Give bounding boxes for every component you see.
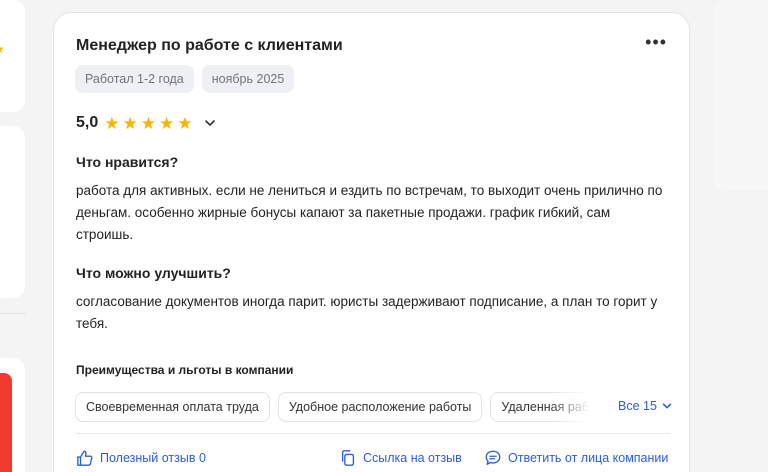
review-meta: Работал 1-2 года ноябрь 2025 bbox=[75, 65, 295, 93]
likes-text: работа для активных. если не лениться и … bbox=[76, 183, 663, 242]
promo-banner[interactable] bbox=[0, 373, 12, 472]
helpful-button[interactable]: Полезный отзыв 0 bbox=[76, 449, 206, 467]
date-chip: ноябрь 2025 bbox=[201, 65, 295, 93]
star-icon: ★ bbox=[0, 42, 5, 56]
likes-heading: Что нравится? bbox=[76, 154, 179, 170]
helpful-label: Полезный отзыв 0 bbox=[100, 451, 206, 465]
more-dots-icon[interactable]: ••• bbox=[645, 33, 667, 51]
perk-chip[interactable]: Своевременная оплата труда bbox=[75, 392, 270, 422]
reply-button[interactable]: Ответить от лица компании bbox=[484, 449, 668, 467]
right-column bbox=[708, 0, 768, 472]
perks-all-label: Все 15 bbox=[618, 399, 657, 413]
divider bbox=[0, 313, 26, 314]
copy-icon bbox=[341, 450, 355, 466]
thumbs-up-icon bbox=[77, 450, 93, 466]
chevron-down-icon bbox=[662, 403, 672, 409]
perks-heading: Преимущества и льготы в компании bbox=[76, 363, 294, 377]
perk-chip[interactable]: Удаленная работа bbox=[490, 392, 591, 422]
star-icon: ★ bbox=[177, 113, 193, 133]
divider bbox=[76, 433, 670, 434]
right-card bbox=[714, 0, 768, 190]
chevron-down-icon[interactable] bbox=[203, 116, 217, 130]
rating-value: 5,0 bbox=[76, 114, 99, 131]
star-icon: ★ bbox=[104, 113, 120, 133]
left-column: ★ bbox=[0, 0, 26, 472]
copy-link-button[interactable]: Ссылка на отзыв bbox=[339, 449, 462, 467]
perks-list: Своевременная оплата труда Удобное распо… bbox=[75, 392, 671, 422]
left-card bbox=[0, 0, 25, 112]
star-icon: ★ bbox=[159, 113, 175, 133]
left-card bbox=[0, 126, 25, 298]
star-icon: ★ bbox=[140, 113, 156, 133]
improve-text: согласование документов иногда парит. юр… bbox=[76, 294, 658, 331]
perk-chip[interactable]: Удобное расположение работы bbox=[277, 392, 483, 422]
tenure-chip: Работал 1-2 года bbox=[75, 65, 194, 93]
rating-stars: ★ ★ ★ ★ ★ bbox=[104, 115, 192, 132]
review-title: Менеджер по работе с клиентами bbox=[76, 37, 343, 54]
reply-label: Ответить от лица компании bbox=[508, 451, 669, 465]
perks-all-link[interactable]: Все 15 bbox=[610, 399, 673, 413]
chat-bubble-icon bbox=[485, 450, 501, 465]
star-icon: ★ bbox=[122, 113, 138, 133]
improve-heading: Что можно улучшить? bbox=[76, 265, 231, 281]
rating-row[interactable]: 5,0 ★ ★ ★ ★ ★ bbox=[76, 114, 217, 132]
copy-link-label: Ссылка на отзыв bbox=[363, 451, 462, 465]
review-card: Менеджер по работе с клиентами ••• Работ… bbox=[53, 12, 690, 472]
